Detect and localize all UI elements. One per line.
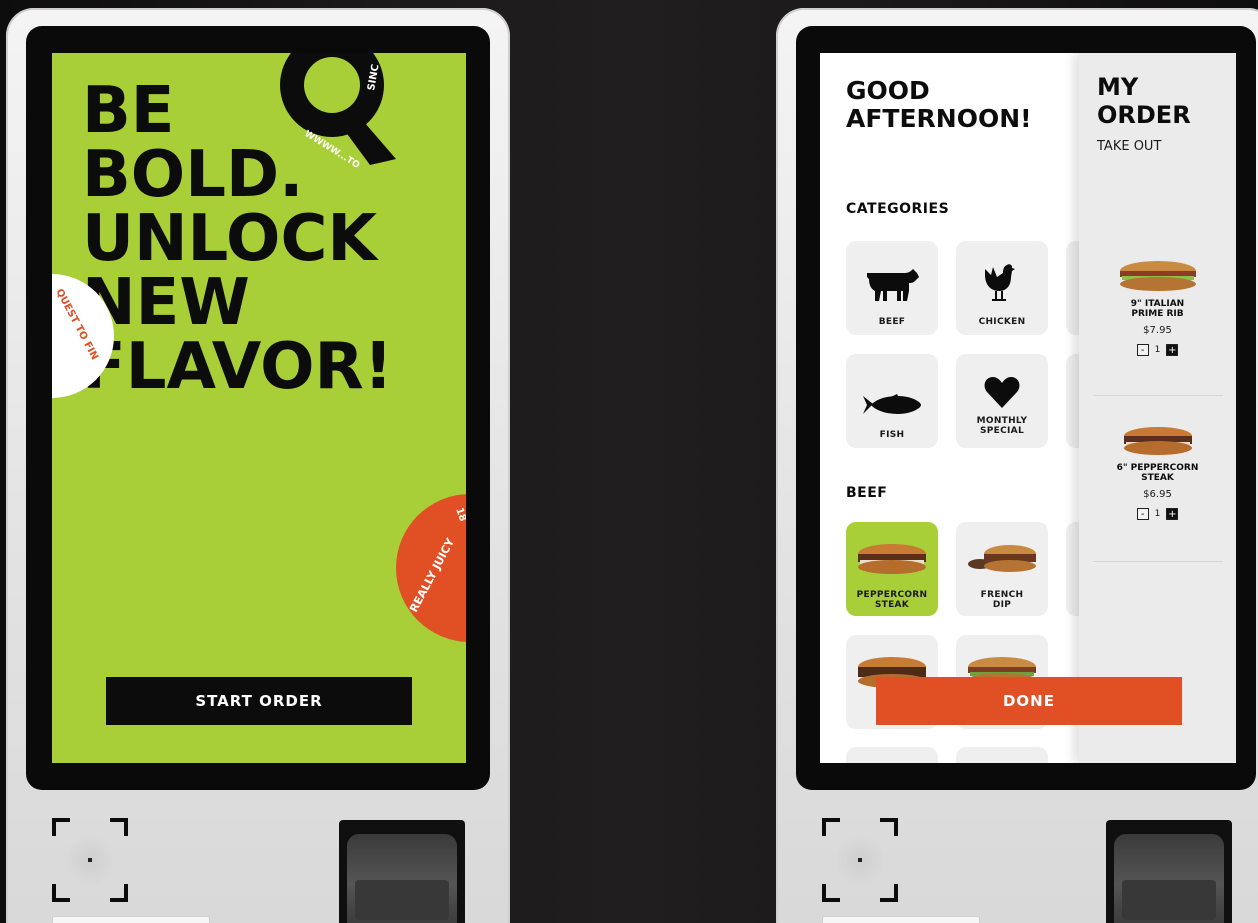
order-item-name: 9" ITALIAN PRIME RIB: [1130, 299, 1185, 319]
order-item-price: $6.95: [1143, 489, 1172, 500]
greeting-title: GOOD AFTERNOON!: [846, 77, 1032, 133]
screen-bezel: GOOD AFTERNOON! CATEGORIES BEEF CHICKEN …: [796, 26, 1256, 790]
sandwich-icon: [968, 545, 1036, 572]
order-title-line: ORDER: [1097, 101, 1191, 129]
beef-item[interactable]: [956, 747, 1048, 763]
kiosk-menu: GOOD AFTERNOON! CATEGORIES BEEF CHICKEN …: [776, 8, 1258, 923]
order-item-name: 6" PEPPERCORN STEAK: [1116, 463, 1199, 483]
beef-item[interactable]: [846, 747, 938, 763]
sandwich-icon: [858, 544, 926, 574]
white-round-badge: QUEST TO FIN: [52, 274, 114, 398]
category-label: FISH: [879, 430, 905, 440]
order-pane: MY ORDER TAKE OUT 9" ITALIAN PRIME RIB $…: [1079, 53, 1236, 763]
decrease-quantity-button[interactable]: -: [1136, 344, 1149, 356]
menu-item-label: PEPPERCORN STEAK: [856, 590, 928, 610]
greeting-line: GOOD: [846, 76, 930, 105]
start-order-button[interactable]: START ORDER: [106, 677, 412, 725]
done-button[interactable]: DONE: [876, 677, 1182, 725]
q-logo-badge: WWWW...TO SINC: [280, 53, 396, 171]
divider: [1093, 561, 1223, 562]
chicken-icon: [985, 264, 1015, 301]
categories-heading: CATEGORIES: [846, 201, 950, 217]
card-reader: [52, 916, 210, 923]
kiosk-welcome: BE BOLD. UNLOCK NEW FLAVOR! WWWW...TO SI…: [6, 8, 510, 923]
receipt-printer-slot: [339, 820, 465, 923]
sandwich-icon: [1123, 427, 1192, 455]
category-label: BEEF: [878, 317, 906, 327]
menu-screen: GOOD AFTERNOON! CATEGORIES BEEF CHICKEN …: [820, 53, 1236, 763]
headline-line: UNLOCK: [82, 202, 377, 276]
quantity-value: 1: [1154, 345, 1161, 355]
quantity-value: 1: [1154, 509, 1161, 519]
welcome-screen: BE BOLD. UNLOCK NEW FLAVOR! WWWW...TO SI…: [52, 53, 466, 763]
cow-icon: [867, 269, 919, 301]
order-title: MY ORDER: [1097, 73, 1191, 129]
category-fish[interactable]: FISH: [846, 354, 938, 448]
headline-line: FLAVOR!: [82, 330, 393, 404]
barcode-scanner: [822, 818, 898, 902]
order-title-line: MY: [1097, 73, 1139, 101]
headline-line: NEW: [82, 266, 250, 340]
quantity-stepper: - 1 +: [1136, 344, 1179, 356]
decrease-quantity-button[interactable]: -: [1136, 508, 1149, 520]
receipt-printer-slot: [1106, 820, 1232, 923]
orange-round-badge: REALLY JUICY 18: [396, 494, 466, 642]
card-reader: [822, 916, 980, 923]
category-beef[interactable]: BEEF: [846, 241, 938, 335]
sandwich-icon: [1119, 261, 1196, 291]
category-monthly-special[interactable]: MONTHLY SPECIAL: [956, 354, 1048, 448]
beef-heading: BEEF: [846, 485, 888, 501]
order-type: TAKE OUT: [1097, 139, 1162, 154]
order-item: 9" ITALIAN PRIME RIB $7.95 - 1 +: [1079, 259, 1236, 356]
order-item-price: $7.95: [1143, 325, 1172, 336]
fish-icon: [863, 394, 921, 414]
category-label: MONTHLY SPECIAL: [976, 416, 1028, 436]
greeting-line: AFTERNOON!: [846, 104, 1032, 133]
order-item: 6" PEPPERCORN STEAK $6.95 - 1 +: [1079, 425, 1236, 520]
category-chicken[interactable]: CHICKEN: [956, 241, 1048, 335]
barcode-scanner: [52, 818, 128, 902]
heart-icon: [984, 377, 1020, 408]
beef-item-peppercorn-steak[interactable]: PEPPERCORN STEAK: [846, 522, 938, 616]
beef-item-french-dip[interactable]: FRENCH DIP: [956, 522, 1048, 616]
increase-quantity-button[interactable]: +: [1166, 344, 1179, 356]
screen-bezel: BE BOLD. UNLOCK NEW FLAVOR! WWWW...TO SI…: [26, 26, 490, 790]
menu-item-label: FRENCH DIP: [980, 590, 1024, 610]
category-label: CHICKEN: [978, 317, 1026, 327]
divider: [1093, 395, 1223, 396]
menu-pane: GOOD AFTERNOON! CATEGORIES BEEF CHICKEN …: [820, 53, 1086, 763]
quantity-stepper: - 1 +: [1136, 508, 1179, 520]
increase-quantity-button[interactable]: +: [1166, 508, 1179, 520]
